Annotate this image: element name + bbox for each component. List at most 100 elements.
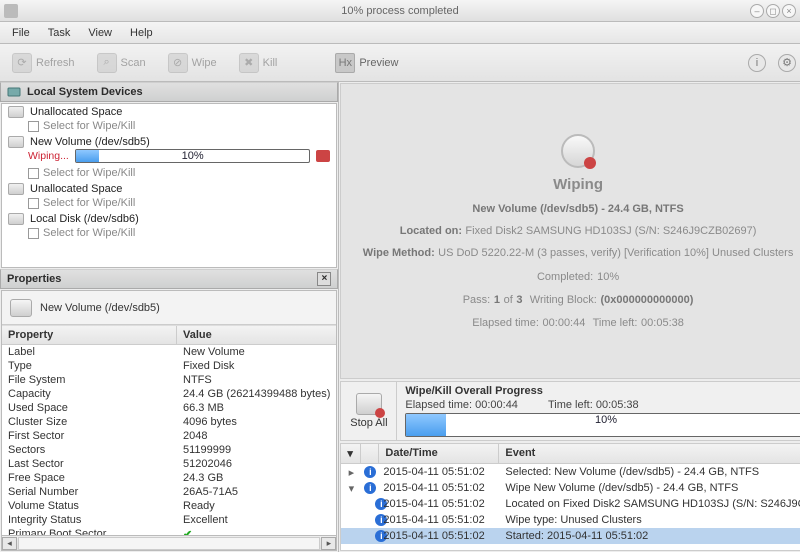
property-value: 2048 [177, 429, 336, 443]
property-value: New Volume [177, 345, 336, 359]
properties-panel-header: Properties × [0, 269, 338, 289]
property-row: Cluster Size4096 bytes [2, 415, 336, 429]
log-expand-toggle[interactable]: ▾ [341, 482, 361, 495]
select-checkbox[interactable] [28, 228, 39, 239]
device-label: Unallocated Space [30, 183, 122, 195]
log-row[interactable]: i2015-04-11 05:51:02Located on Fixed Dis… [341, 496, 800, 512]
log-event: Selected: New Volume (/dev/sdb5) - 24.4 … [499, 466, 800, 478]
minimize-button[interactable]: – [750, 4, 764, 18]
app-icon [4, 4, 18, 18]
log-event: Wipe New Volume (/dev/sdb5) - 24.4 GB, N… [499, 482, 800, 494]
properties-close-button[interactable]: × [317, 272, 331, 286]
scroll-left-button[interactable]: ◂ [2, 537, 17, 550]
log-expand-toggle[interactable]: ▸ [341, 466, 361, 479]
device-label: New Volume (/dev/sdb5) [30, 136, 150, 148]
scan-button[interactable]: ⌕Scan [89, 50, 154, 76]
log-row[interactable]: i2015-04-11 05:51:02Started: 2015-04-11 … [341, 528, 800, 544]
disk-icon [8, 183, 24, 195]
stop-all-button[interactable]: Stop All [341, 382, 397, 440]
log-datetime: 2015-04-11 05:51:02 [379, 498, 499, 510]
prop-col-property[interactable]: Property [2, 326, 177, 344]
select-checkbox[interactable] [28, 198, 39, 209]
select-for-label: Select for Wipe/Kill [43, 167, 135, 179]
property-key: Serial Number [2, 485, 177, 499]
property-row: Integrity StatusExcellent [2, 513, 336, 527]
property-row: First Sector2048 [2, 429, 336, 443]
menu-file[interactable]: File [4, 24, 38, 42]
disk-icon [8, 106, 24, 118]
log-row[interactable]: i2015-04-11 05:51:02Wipe type: Unused Cl… [341, 512, 800, 528]
disk-icon [8, 213, 24, 225]
menubar: File Task View Help [0, 22, 800, 44]
menu-task[interactable]: Task [40, 24, 79, 42]
overall-title: Wipe/Kill Overall Progress [405, 385, 800, 399]
select-checkbox[interactable] [28, 168, 39, 179]
disk-icon [8, 136, 24, 148]
property-value: Ready [177, 499, 336, 513]
select-checkbox[interactable] [28, 121, 39, 132]
devices-panel-header: Local System Devices [0, 82, 338, 102]
refresh-button[interactable]: ⟳Refresh [4, 50, 83, 76]
property-value: 24.4 GB (26214399488 bytes) [177, 387, 336, 401]
property-row: TypeFixed Disk [2, 359, 336, 373]
property-row: LabelNew Volume [2, 345, 336, 359]
properties-panel: New Volume (/dev/sdb5) Property Value La… [1, 290, 337, 551]
device-row[interactable]: New Volume (/dev/sdb5)Wiping...10%Select… [2, 134, 336, 181]
property-key: Free Space [2, 471, 177, 485]
property-value: 26A5-71A5 [177, 485, 336, 499]
log-datetime: 2015-04-11 05:51:02 [379, 514, 499, 526]
properties-volume-name: New Volume (/dev/sdb5) [40, 302, 160, 314]
property-value: Fixed Disk [177, 359, 336, 373]
log-col-event[interactable]: Event [499, 444, 800, 463]
scroll-track[interactable] [18, 537, 320, 550]
menu-view[interactable]: View [80, 24, 120, 42]
property-value: 51202046 [177, 457, 336, 471]
properties-scrollbar[interactable]: ◂ ▸ [2, 535, 336, 550]
property-key: Last Sector [2, 457, 177, 471]
devices-panel: Unallocated SpaceSelect for Wipe/KillNew… [1, 103, 337, 268]
property-key: Integrity Status [2, 513, 177, 527]
device-row[interactable]: Unallocated SpaceSelect for Wipe/Kill [2, 104, 336, 134]
device-progressbar: 10% [75, 149, 311, 163]
wipe-button[interactable]: ⊘Wipe [160, 50, 225, 76]
log-row[interactable]: ▸i2015-04-11 05:51:02Selected: New Volum… [341, 464, 800, 480]
select-for-label: Select for Wipe/Kill [43, 197, 135, 209]
property-key: Label [2, 345, 177, 359]
property-row: Capacity24.4 GB (26214399488 bytes) [2, 387, 336, 401]
info-icon: i [361, 498, 379, 510]
log-event: Located on Fixed Disk2 SAMSUNG HD103SJ (… [499, 498, 800, 510]
preview-button[interactable]: HxPreview [327, 50, 406, 76]
prop-col-value[interactable]: Value [177, 326, 336, 344]
log-row[interactable]: ▾i2015-04-11 05:51:02Wipe New Volume (/d… [341, 480, 800, 496]
info-icon: i [361, 514, 379, 526]
close-button[interactable]: × [782, 4, 796, 18]
info-button[interactable]: i [748, 54, 766, 72]
kill-button[interactable]: ✖Kill [231, 50, 286, 76]
window-title: 10% process completed [341, 5, 458, 17]
stop-wipe-button[interactable] [316, 150, 330, 162]
scroll-right-button[interactable]: ▸ [321, 537, 336, 550]
settings-button[interactable]: ⚙ [778, 54, 796, 72]
maximize-button[interactable]: ◻ [766, 4, 780, 18]
log-col-datetime[interactable]: Date/Time [379, 444, 499, 463]
property-value: 4096 bytes [177, 415, 336, 429]
device-row[interactable]: Unallocated Space Select for Wipe/Kill [2, 181, 336, 211]
select-for-label: Select for Wipe/Kill [43, 120, 135, 132]
menu-help[interactable]: Help [122, 24, 161, 42]
wipe-icon: ⊘ [168, 53, 188, 73]
wipe-heading: Wiping [553, 176, 603, 193]
toolbar: ⟳Refresh ⌕Scan ⊘Wipe ✖Kill HxPreview i ⚙ [0, 44, 800, 82]
log-datetime: 2015-04-11 05:51:02 [379, 530, 499, 542]
hex-icon: Hx [335, 53, 355, 73]
log-panel: ▾ Date/Time Event ▸i2015-04-11 05:51:02S… [340, 443, 800, 551]
select-for-label: Select for Wipe/Kill [43, 227, 135, 239]
device-row[interactable]: Local Disk (/dev/sdb6) Select for Wipe/Ki… [2, 211, 336, 241]
log-col-expand[interactable]: ▾ [341, 444, 361, 463]
info-icon: i [361, 482, 379, 494]
stop-all-icon [356, 393, 382, 415]
property-value: Excellent [177, 513, 336, 527]
property-row: Free Space24.3 GB [2, 471, 336, 485]
titlebar: 10% process completed – ◻ × [0, 0, 800, 22]
device-label: Local Disk (/dev/sdb6) [30, 213, 139, 225]
devices-icon [7, 85, 21, 99]
